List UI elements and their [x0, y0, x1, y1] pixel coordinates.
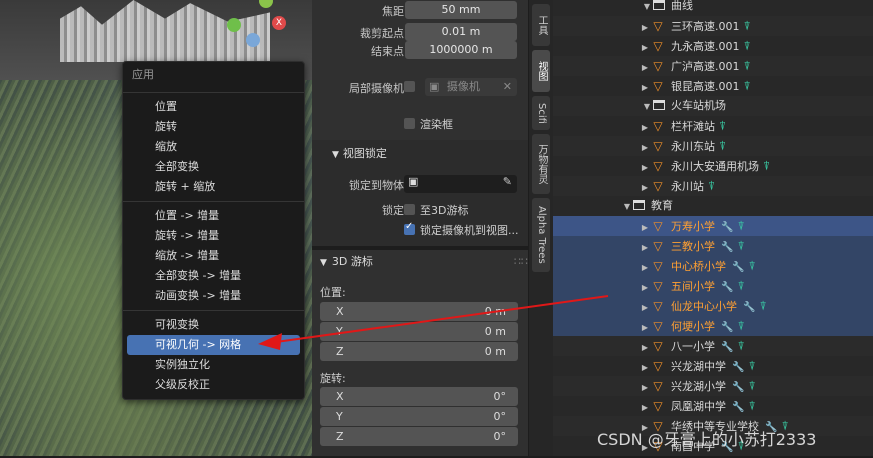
arrow-head [258, 333, 282, 350]
arrow-line [275, 295, 609, 343]
annotation-arrow [258, 295, 609, 350]
watermark: CSDN @牙膏上的小苏打2333 [597, 430, 817, 449]
